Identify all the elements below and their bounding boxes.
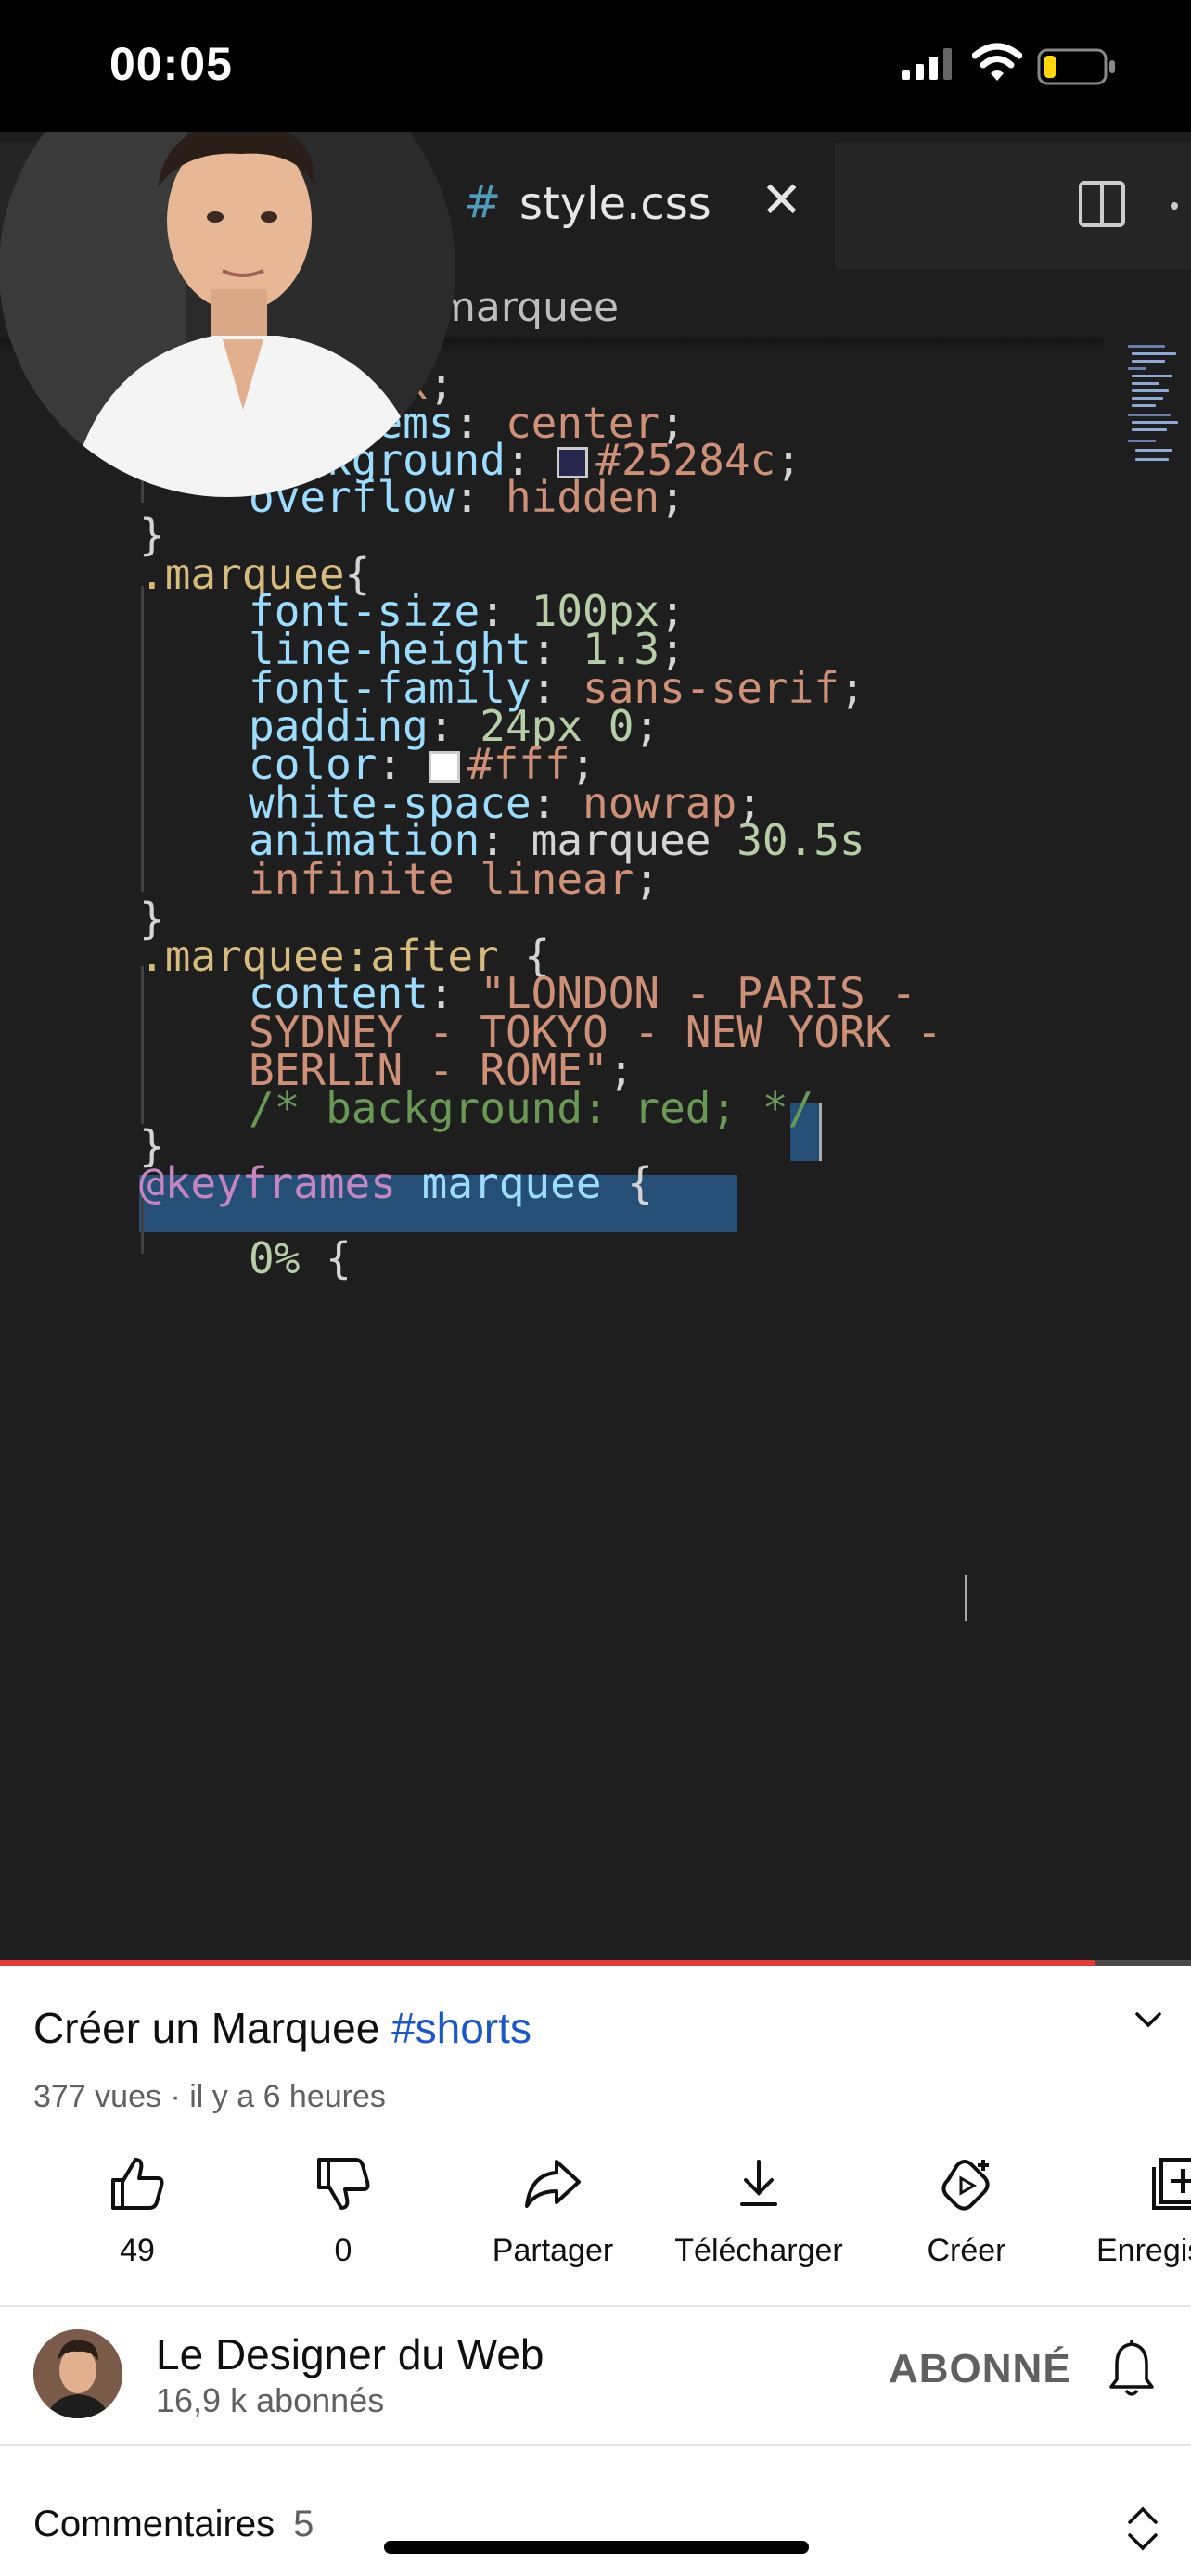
code-token: infinite linear xyxy=(249,854,634,904)
subscribed-button[interactable]: ABONNÉ xyxy=(889,2346,1071,2392)
create-icon xyxy=(941,2160,990,2211)
code-token: @keyframes xyxy=(139,1158,396,1208)
thumbs-up-icon xyxy=(111,2158,164,2210)
save-button[interactable]: Enregistrer xyxy=(1082,2151,1191,2269)
like-button[interactable]: 49 xyxy=(45,2151,230,2269)
code-token: ; xyxy=(634,701,660,751)
mouse-ibeam-cursor xyxy=(965,1575,967,1621)
tab-filename: style.css xyxy=(519,178,711,230)
channel-avatar-image xyxy=(33,2329,122,2418)
split-editor-icon[interactable] xyxy=(1078,180,1126,228)
like-count: 49 xyxy=(120,2233,155,2268)
download-label: Télécharger xyxy=(674,2233,843,2268)
create-button[interactable]: Créer xyxy=(874,2151,1059,2269)
save-playlist-icon xyxy=(1152,2158,1191,2210)
webcam-overlay xyxy=(0,132,455,497)
comments-count: 5 xyxy=(293,2504,314,2544)
code-token: marquee xyxy=(395,1158,602,1208)
code-token: 30.5s xyxy=(711,815,865,865)
breadcrumb: marquee xyxy=(436,284,620,331)
editor-tab[interactable]: # style.css ✕ xyxy=(390,143,835,269)
expand-icon[interactable] xyxy=(1124,2506,1161,2552)
code-token: { xyxy=(300,1233,352,1283)
dislike-button[interactable]: 0 xyxy=(250,2151,436,2269)
css-file-icon: # xyxy=(464,176,502,228)
code-line[interactable]: /* background: red; */ xyxy=(249,1083,813,1133)
code-line[interactable]: @keyframes marquee { xyxy=(139,1158,653,1208)
divider xyxy=(0,2305,1191,2307)
code-token: ; xyxy=(634,854,660,904)
chevron-down-icon[interactable] xyxy=(1133,2009,1163,2031)
editor-minimap[interactable] xyxy=(1124,343,1184,510)
wifi-icon xyxy=(972,43,1022,81)
code-token: ; xyxy=(775,435,801,485)
dislike-count: 0 xyxy=(334,2233,352,2268)
video-progress-bar[interactable] xyxy=(0,1960,1191,1966)
share-button[interactable]: Partager xyxy=(460,2151,646,2269)
bell-icon[interactable] xyxy=(1106,2339,1158,2398)
download-icon xyxy=(740,2160,777,2206)
indent-guide xyxy=(141,966,144,1124)
share-icon xyxy=(525,2160,581,2208)
code-token: hidden xyxy=(505,472,660,522)
indent-guide xyxy=(141,586,144,892)
channel-subscribers: 16,9 k abonnés xyxy=(156,2381,385,2419)
code-token: ; xyxy=(839,663,865,713)
more-actions-icon[interactable] xyxy=(1171,202,1178,210)
video-title[interactable]: Créer un Marquee #shorts xyxy=(33,2003,531,2053)
code-line[interactable]: infinite linear; xyxy=(249,854,660,904)
code-token: ; xyxy=(660,472,685,522)
battery-icon xyxy=(1037,48,1115,85)
divider xyxy=(0,2444,1191,2446)
save-label: Enregistrer xyxy=(1096,2233,1191,2268)
home-indicator[interactable] xyxy=(384,2541,809,2554)
code-token: { xyxy=(601,1158,653,1208)
cellular-signal-icon xyxy=(902,48,952,80)
create-label: Créer xyxy=(927,2233,1006,2268)
hashtag-link[interactable]: #shorts xyxy=(391,2004,531,2052)
download-button[interactable]: Télécharger xyxy=(666,2151,852,2269)
indent-guide xyxy=(141,1198,144,1254)
video-meta: 377 vues · il y a 6 heures xyxy=(33,2079,386,2114)
thumbs-down-icon xyxy=(317,2158,370,2210)
comments-label: Commentaires xyxy=(33,2504,275,2544)
status-time: 00:05 xyxy=(109,38,233,90)
comments-header[interactable]: Commentaires 5 xyxy=(33,2504,314,2545)
video-title-text: Créer un Marquee xyxy=(33,2004,380,2052)
close-tab-icon[interactable]: ✕ xyxy=(761,171,802,229)
code-token: /* background: red; */ xyxy=(249,1083,814,1133)
channel-name[interactable]: Le Designer du Web xyxy=(156,2329,544,2379)
code-line[interactable]: 0% { xyxy=(249,1233,352,1283)
channel-avatar[interactable] xyxy=(33,2329,122,2418)
code-token: : xyxy=(454,472,506,522)
share-label: Partager xyxy=(492,2233,614,2268)
video-progress-fill xyxy=(0,1960,1096,1966)
status-bar: 00:05 xyxy=(0,0,1191,132)
code-token: 0% xyxy=(249,1233,301,1283)
